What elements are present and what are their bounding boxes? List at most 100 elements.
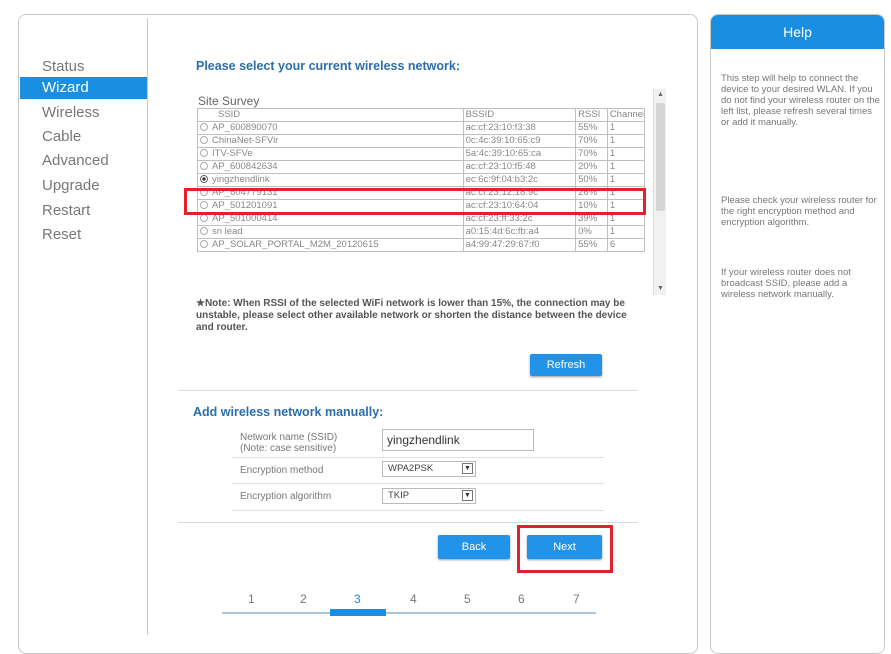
ssid-cell[interactable]: sn lead bbox=[197, 225, 464, 239]
ssid-text: AP_600842634 bbox=[212, 161, 278, 173]
step-4: 4 bbox=[410, 592, 417, 606]
ssid-cell[interactable]: yingzhendlink bbox=[197, 173, 464, 187]
ssid-cell[interactable]: AP_600842634 bbox=[197, 160, 464, 174]
channel-cell: 6 bbox=[606, 238, 646, 252]
sidebar-item-cable[interactable]: Cable bbox=[20, 126, 147, 148]
next-button-highlight bbox=[517, 525, 613, 573]
help-paragraph-1: This step will help to connect the devic… bbox=[721, 73, 880, 128]
sidebar-item-advanced[interactable]: Advanced bbox=[20, 150, 147, 172]
network-radio[interactable] bbox=[200, 123, 208, 131]
bssid-cell: ec:6c:9f:04:b3:2c bbox=[462, 173, 577, 187]
table-row[interactable]: ITV-SFVe 5a:4c:39:10:65:ca 70% 1 bbox=[197, 147, 646, 161]
ssid-cell[interactable]: AP_SOLAR_PORTAL_M2M_20120615 bbox=[197, 238, 464, 252]
refresh-button[interactable]: Refresh bbox=[530, 354, 602, 376]
channel-cell: 1 bbox=[606, 225, 646, 239]
ssid-cell[interactable]: ITV-SFVe bbox=[197, 147, 464, 161]
step-6: 6 bbox=[518, 592, 525, 606]
bssid-cell: ac:cf:23:10:f5:48 bbox=[462, 160, 577, 174]
network-radio[interactable] bbox=[200, 149, 208, 157]
step-5: 5 bbox=[464, 592, 471, 606]
sidebar-item-wizard[interactable]: Wizard bbox=[20, 77, 147, 99]
selected-row-highlight bbox=[184, 188, 646, 215]
rssi-cell: 50% bbox=[575, 173, 608, 187]
table-row[interactable]: AP_SOLAR_PORTAL_M2M_20120615 a4:99:47:29:… bbox=[197, 238, 646, 252]
rssi-cell: 70% bbox=[575, 134, 608, 148]
column-header-bssid: BSSID bbox=[462, 108, 577, 122]
ssid-label: Network name (SSID) bbox=[240, 432, 338, 443]
sidebar-item-reset[interactable]: Reset bbox=[20, 224, 147, 246]
rssi-note: ★Note: When RSSI of the selected WiFi ne… bbox=[196, 298, 627, 333]
network-radio[interactable] bbox=[200, 214, 208, 222]
help-title: Help bbox=[711, 15, 884, 49]
scroll-up-icon[interactable]: ▲ bbox=[654, 89, 667, 101]
encryption-algorithm-label: Encryption algorithm bbox=[240, 491, 332, 502]
form-row-divider bbox=[232, 483, 604, 484]
section-divider bbox=[178, 522, 638, 523]
ssid-input[interactable]: yingzhendlink bbox=[382, 429, 534, 451]
channel-cell: 1 bbox=[606, 134, 646, 148]
sidebar-nav: Status Wizard Wireless Cable Advanced Up… bbox=[20, 18, 148, 635]
ssid-text: sn lead bbox=[212, 226, 243, 238]
table-scrollbar[interactable]: ▲ ▼ bbox=[653, 89, 666, 295]
step-2: 2 bbox=[300, 592, 307, 606]
bssid-cell: 5a:4c:39:10:65:ca bbox=[462, 147, 577, 161]
column-header-ssid: SSID bbox=[197, 108, 464, 122]
network-radio[interactable] bbox=[200, 136, 208, 144]
ssid-cell[interactable]: AP_600890070 bbox=[197, 121, 464, 135]
section-divider bbox=[178, 390, 638, 391]
column-header-rssi: RSSI bbox=[575, 108, 608, 122]
form-row-divider bbox=[232, 457, 604, 458]
chevron-down-icon[interactable]: ▼ bbox=[462, 490, 473, 501]
sidebar-item-restart[interactable]: Restart bbox=[20, 200, 147, 222]
scroll-down-icon[interactable]: ▼ bbox=[654, 283, 667, 295]
sidebar-item-upgrade[interactable]: Upgrade bbox=[20, 175, 147, 197]
channel-cell: 1 bbox=[606, 147, 646, 161]
sidebar-item-wireless[interactable]: Wireless bbox=[20, 102, 147, 124]
encryption-method-select[interactable]: WPA2PSK ▼ bbox=[382, 461, 476, 477]
bssid-cell: 0c:4c:39:10:65:c9 bbox=[462, 134, 577, 148]
encryption-algorithm-select[interactable]: TKIP ▼ bbox=[382, 488, 476, 504]
ssid-text: AP_600890070 bbox=[212, 122, 278, 134]
encryption-algorithm-value: TKIP bbox=[388, 490, 410, 501]
ssid-text: AP_SOLAR_PORTAL_M2M_20120615 bbox=[212, 239, 379, 251]
ssid-text: yingzhendlink bbox=[212, 174, 270, 186]
sidebar-item-status[interactable]: Status bbox=[20, 56, 147, 78]
site-survey-table: SSID BSSID RSSI Channel AP_600890070 ac:c… bbox=[197, 108, 646, 252]
help-panel: Help This step will help to connect the … bbox=[710, 14, 885, 654]
network-radio[interactable] bbox=[200, 240, 208, 248]
column-header-channel: Channel bbox=[606, 108, 646, 122]
step-1: 1 bbox=[248, 592, 255, 606]
encryption-method-label: Encryption method bbox=[240, 465, 324, 476]
ssid-text: ChinaNet-SFVir bbox=[212, 135, 279, 147]
network-radio[interactable] bbox=[200, 162, 208, 170]
table-row[interactable]: ChinaNet-SFVir 0c:4c:39:10:65:c9 70% 1 bbox=[197, 134, 646, 148]
network-radio[interactable] bbox=[200, 227, 208, 235]
rssi-cell: 70% bbox=[575, 147, 608, 161]
back-button[interactable]: Back bbox=[438, 535, 510, 559]
rssi-cell: 20% bbox=[575, 160, 608, 174]
site-survey-label: Site Survey bbox=[198, 94, 260, 108]
step-progress-line bbox=[222, 612, 596, 614]
scrollbar-thumb[interactable] bbox=[656, 103, 665, 211]
help-paragraph-3: If your wireless router does not broadca… bbox=[721, 267, 851, 300]
ssid-text: ITV-SFVe bbox=[212, 148, 253, 160]
bssid-cell: ac:cf:23:10:f3:38 bbox=[462, 121, 577, 135]
page-title: Please select your current wireless netw… bbox=[196, 59, 461, 73]
ssid-note: (Note: case sensitive) bbox=[240, 443, 337, 454]
table-row[interactable]: AP_600890070 ac:cf:23:10:f3:38 55% 1 bbox=[197, 121, 646, 135]
channel-cell: 1 bbox=[606, 121, 646, 135]
ssid-cell[interactable]: ChinaNet-SFVir bbox=[197, 134, 464, 148]
chevron-down-icon[interactable]: ▼ bbox=[462, 463, 473, 474]
manual-section-title: Add wireless network manually: bbox=[193, 405, 384, 419]
table-row[interactable]: sn lead a0:15:4d:6c:fb:a4 0% 1 bbox=[197, 225, 646, 239]
form-row-divider bbox=[232, 510, 604, 511]
network-radio[interactable] bbox=[200, 175, 208, 183]
table-row[interactable]: AP_600842634 ac:cf:23:10:f5:48 20% 1 bbox=[197, 160, 646, 174]
channel-cell: 1 bbox=[606, 160, 646, 174]
step-progress-active bbox=[330, 609, 386, 616]
channel-cell: 1 bbox=[606, 173, 646, 187]
step-7: 7 bbox=[573, 592, 580, 606]
rssi-cell: 55% bbox=[575, 238, 608, 252]
table-header-row: SSID BSSID RSSI Channel bbox=[197, 108, 646, 122]
table-row[interactable]: yingzhendlink ec:6c:9f:04:b3:2c 50% 1 bbox=[197, 173, 646, 187]
